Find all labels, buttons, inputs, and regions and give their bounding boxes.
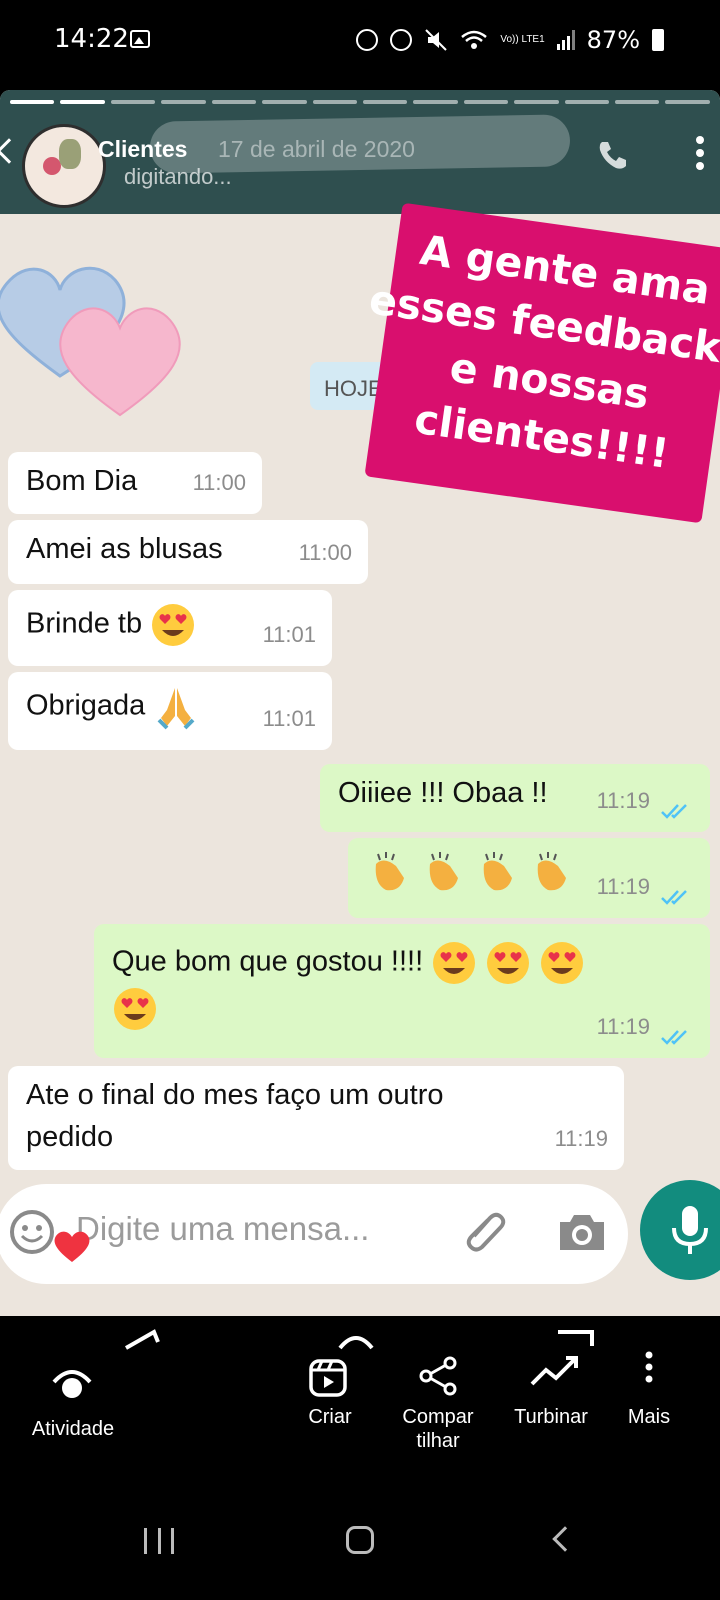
- like-heart-icon[interactable]: [52, 1228, 92, 1264]
- outgoing-message: 11:19: [348, 838, 710, 918]
- share-label: Compar: [402, 1406, 474, 1428]
- read-receipt-icon: [661, 890, 687, 905]
- share-icon: [419, 1356, 457, 1396]
- chat-header: Clientes 17 de abril de 2020 digitando..…: [0, 90, 720, 214]
- heart-eyes-emoji-icon: [114, 988, 156, 1030]
- reels-create-icon: [309, 1359, 347, 1397]
- contact-name: Clientes: [98, 136, 188, 162]
- typing-status: digitando...: [124, 164, 232, 189]
- arrow-fragment-icon: [125, 1329, 160, 1350]
- heart-eyes-emoji-icon: [152, 604, 195, 646]
- message-text: Amei as blusas: [26, 533, 223, 565]
- more-label: Mais: [627, 1406, 671, 1428]
- message-time: 11:19: [554, 1126, 608, 1151]
- mic-icon: [672, 1206, 708, 1254]
- phone-icon: [599, 142, 626, 169]
- status-icons: Vo)) LTE1 87%: [356, 26, 664, 54]
- message-time: 11:00: [298, 540, 352, 565]
- read-receipt-icon: [661, 804, 687, 819]
- outgoing-message: Que bom que gostou !!!! 11:19: [94, 924, 710, 1058]
- clapping-hands-emoji-icon: [375, 852, 404, 891]
- emoji-picker-icon: [10, 1210, 54, 1254]
- story-actions: Atividade Criar Compar tilhar Turbinar M…: [0, 1316, 720, 1500]
- heart-eyes-emoji-icon: [487, 942, 530, 984]
- create-label: Criar: [308, 1406, 352, 1428]
- battery-level: 87%: [586, 26, 640, 54]
- arc-fragment-icon: [338, 1336, 374, 1350]
- back-arrow-icon: [0, 138, 22, 164]
- message-time: 11:19: [596, 788, 650, 813]
- wifi-icon: [461, 30, 488, 49]
- message-text: Que bom que gostou !!!!: [112, 945, 424, 978]
- attach-icon: [466, 1212, 506, 1252]
- heart-eyes-emoji-icon: [433, 942, 476, 984]
- activity-eye-icon: [52, 1370, 92, 1398]
- battery-icon: [652, 29, 664, 51]
- incoming-message: Brinde tb 11:01: [8, 590, 332, 666]
- hearts-sticker: [0, 266, 181, 417]
- message-text: Ate o final do mes faço um outro pedido: [26, 1079, 444, 1153]
- activity-label: Atividade: [31, 1418, 115, 1440]
- message-time: 11:01: [262, 622, 316, 647]
- clapping-hands-emoji-icon: [429, 852, 459, 891]
- status-bar: 14:22 Vo)) LTE1 87%: [0, 0, 720, 84]
- outgoing-message: Oiiiee !!! Obaa !! 11:19: [320, 764, 710, 832]
- clock: 14:22: [54, 24, 129, 54]
- recents-button[interactable]: [144, 1528, 174, 1554]
- incoming-message: Obrigada 11:01: [8, 672, 332, 750]
- more-icon: [645, 1351, 653, 1383]
- incoming-message: Ate o final do mes faço um outro pedido …: [8, 1066, 624, 1170]
- message-text: Obrigada: [26, 689, 146, 722]
- folded-hands-emoji-icon: [157, 688, 195, 730]
- message-time: 11:00: [192, 470, 246, 495]
- message-input: Digite uma mensa...: [76, 1210, 370, 1247]
- story-screenshot: Clientes 17 de abril de 2020 digitando..…: [0, 90, 720, 1316]
- incoming-message: Bom Dia 11:00: [8, 452, 262, 514]
- message-text: Oiiiee !!! Obaa !!: [338, 777, 548, 809]
- back-button[interactable]: [552, 1526, 578, 1552]
- heart-eyes-emoji-icon: [541, 942, 584, 984]
- signal-icon: [556, 30, 575, 50]
- story-progress: [10, 100, 710, 104]
- boost-label: Turbinar: [514, 1406, 588, 1428]
- mute-icon: [425, 29, 448, 51]
- network-type: Vo)) LTE1: [500, 34, 545, 45]
- message-time: 11:19: [596, 874, 650, 899]
- incoming-message: Amei as blusas 11:00: [8, 520, 368, 584]
- menu-icon: [696, 136, 704, 172]
- home-button[interactable]: [346, 1526, 374, 1554]
- message-time: 11:01: [262, 706, 316, 731]
- lock-icon: [356, 29, 379, 51]
- message-text: Bom Dia: [26, 465, 138, 497]
- clapping-hands-emoji-icon: [537, 852, 567, 891]
- clapping-hands-emoji-icon: [483, 852, 513, 891]
- mic-button: [640, 1180, 720, 1280]
- system-navigation-bar: [0, 1500, 720, 1600]
- camera-icon: [560, 1215, 604, 1250]
- avatar: [22, 124, 106, 208]
- story-date: 17 de abril de 2020: [218, 136, 415, 162]
- text-sticker: A gente ama esses feedbacks e nossas cli…: [364, 202, 720, 524]
- message-time: 11:19: [596, 1014, 650, 1039]
- boost-icon: [530, 1330, 594, 1386]
- read-receipt-icon: [661, 1030, 687, 1045]
- share-label: tilhar: [416, 1430, 460, 1452]
- gallery-notification-icon: [130, 30, 150, 48]
- message-text: Brinde tb: [26, 607, 143, 640]
- alarm-icon: [390, 29, 413, 51]
